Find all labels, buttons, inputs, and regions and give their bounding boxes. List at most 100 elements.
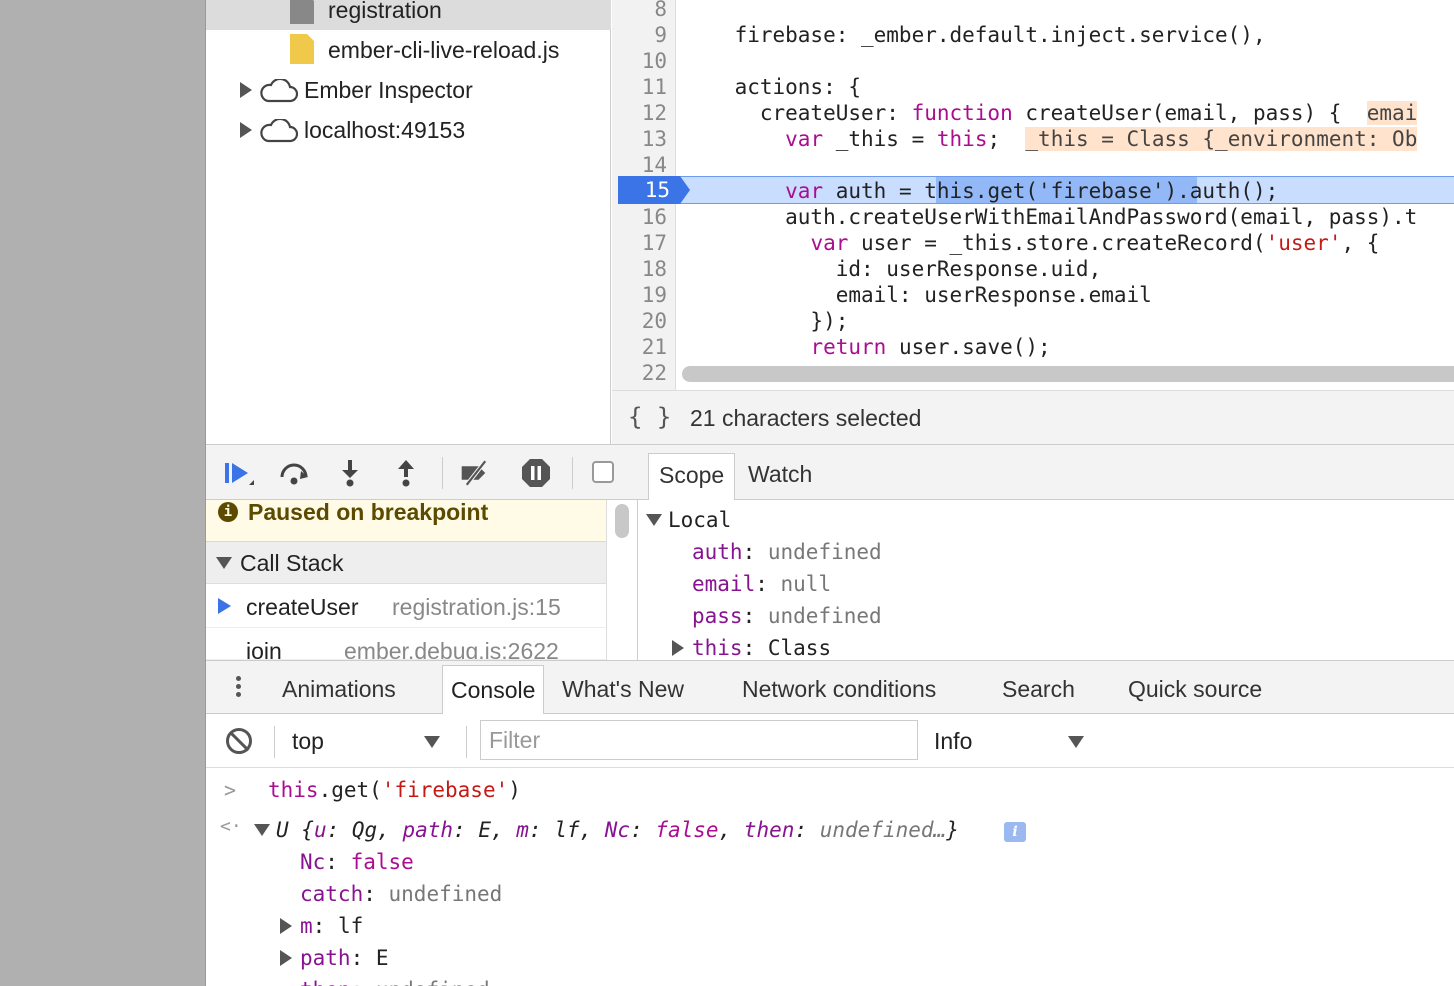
keyword: function [911, 101, 1013, 125]
call-frame-current[interactable]: createUser registration.js:15 [206, 584, 606, 628]
code-text: auth = [823, 179, 925, 203]
tab-network-conditions[interactable]: Network conditions [734, 665, 944, 715]
collapse-arrow-icon[interactable] [646, 514, 662, 526]
line-number[interactable]: 12 [617, 100, 667, 126]
call-stack-header[interactable]: Call Stack [206, 542, 606, 584]
line-number[interactable]: 11 [617, 74, 667, 100]
object-property[interactable]: m: lf [300, 910, 363, 942]
tab-quick-source[interactable]: Quick source [1120, 665, 1270, 715]
scope-section-local[interactable]: Local [668, 504, 731, 536]
prop-value: E [375, 946, 389, 970]
var-name: email [692, 572, 756, 596]
var-separator: : [742, 540, 768, 564]
tree-item-ember-inspector[interactable]: Ember Inspector [206, 70, 611, 110]
tree-item-ember-cli-live-reload[interactable]: ember-cli-live-reload.js [206, 30, 611, 70]
frame-location[interactable]: registration.js:15 [392, 594, 561, 621]
keyword: this [268, 778, 319, 802]
step-over-icon[interactable] [278, 457, 310, 489]
expand-arrow-icon[interactable] [280, 950, 292, 966]
object-property[interactable]: Nc: false [300, 846, 414, 878]
collapse-arrow-icon[interactable] [254, 824, 270, 836]
more-menu-icon[interactable] [232, 673, 244, 703]
object-property[interactable]: path: E [300, 942, 389, 974]
expand-arrow-icon[interactable] [240, 122, 252, 138]
object-property[interactable]: catch: undefined [300, 878, 502, 910]
tab-search[interactable]: Search [994, 665, 1083, 715]
keyword: var [810, 231, 849, 255]
context-select[interactable]: top [292, 724, 452, 758]
line-number[interactable]: 21 [617, 334, 667, 360]
prop-separator: : [350, 946, 376, 970]
var-value: null [780, 572, 832, 596]
console-result-summary[interactable]: U {u: Qg, path: E, m: lf, Nc: false, the… [276, 814, 959, 846]
info-badge-icon[interactable]: i [1004, 822, 1026, 842]
line-number[interactable]: 16 [617, 204, 667, 230]
prop-separator: , [718, 818, 744, 842]
line-number[interactable]: 10 [617, 48, 667, 74]
prop-key: Nc [300, 850, 326, 874]
code-line: id: userResponse.uid, [684, 256, 1102, 282]
keyword: var [785, 127, 824, 151]
prop-key: path [300, 946, 351, 970]
log-level-select[interactable]: Info [934, 724, 1094, 758]
breakpoint-marker[interactable]: 15 [618, 176, 690, 204]
paused-banner: i Paused on breakpoint [206, 500, 606, 542]
var-value: undefined [767, 604, 882, 628]
console-input-line[interactable]: this.get('firebase') [268, 774, 521, 806]
tab-watch[interactable]: Watch [738, 453, 822, 501]
pause-on-exceptions-icon[interactable] [520, 457, 552, 489]
pretty-print-button[interactable]: { } [628, 403, 671, 431]
call-frame[interactable]: join ember.debug.js:2622 [206, 628, 606, 660]
dropdown-arrow-icon [1068, 736, 1084, 748]
line-number[interactable]: 8 [617, 0, 667, 22]
prop-separator: : [794, 818, 820, 842]
step-out-icon[interactable] [390, 457, 422, 489]
async-checkbox[interactable] [592, 461, 614, 483]
tab-console[interactable]: Console [442, 665, 545, 715]
code-text: ; [987, 127, 1026, 151]
line-number[interactable]: 18 [617, 256, 667, 282]
line-number[interactable]: 20 [617, 308, 667, 334]
line-number[interactable]: 17 [617, 230, 667, 256]
code-line: return user.save(); [684, 334, 1050, 360]
expand-arrow-icon[interactable] [672, 640, 684, 656]
deactivate-breakpoints-icon[interactable] [460, 457, 492, 489]
frame-location[interactable]: ember.debug.js:2622 [344, 638, 559, 659]
current-frame-arrow-icon [218, 598, 231, 614]
line-number[interactable]: 13 [617, 126, 667, 152]
object-property[interactable]: then: undefined [300, 974, 490, 986]
expand-arrow-icon[interactable] [280, 918, 292, 934]
line-number[interactable]: 22 [617, 360, 667, 386]
tree-item-localhost[interactable]: localhost:49153 [206, 110, 611, 150]
scope-var[interactable]: auth: undefined [692, 536, 882, 568]
call-stack-title: Call Stack [240, 550, 344, 576]
prop-key: Nc [604, 818, 631, 842]
string-literal: 'user' [1265, 231, 1342, 255]
line-number[interactable]: 9 [617, 22, 667, 48]
object-suffix: } [946, 818, 959, 842]
scrollbar-thumb[interactable] [615, 504, 629, 538]
source-editor[interactable]: 8 9 10 11 12 13 14 16 17 18 19 20 21 22 … [612, 0, 1454, 390]
filter-input[interactable]: Filter [480, 720, 918, 760]
scope-var[interactable]: email: null [692, 568, 831, 600]
line-number[interactable]: 14 [617, 152, 667, 178]
inline-value: _this = Class {_environment: Ob [1025, 127, 1418, 151]
scope-var[interactable]: pass: undefined [692, 600, 882, 632]
step-into-icon[interactable] [334, 457, 366, 489]
tab-animations[interactable]: Animations [274, 665, 404, 715]
horizontal-scrollbar[interactable] [682, 366, 1454, 382]
collapse-arrow-icon[interactable] [216, 557, 232, 569]
tab-scope[interactable]: Scope [648, 453, 736, 501]
tab-whats-new[interactable]: What's New [554, 665, 692, 715]
scope-var[interactable]: this: Class [692, 632, 831, 660]
sidebar-scrollbar[interactable] [606, 500, 638, 660]
selected-code: this.get('firebase') [924, 179, 1178, 203]
resume-icon[interactable] [222, 457, 254, 489]
clear-console-icon[interactable] [226, 728, 252, 754]
tree-item-registration[interactable]: registration [206, 0, 611, 30]
line-number[interactable]: 19 [617, 282, 667, 308]
expand-arrow-icon[interactable] [240, 82, 252, 98]
console-output[interactable]: > this.get('firebase') <· U {u: Qg, path… [206, 768, 1454, 986]
